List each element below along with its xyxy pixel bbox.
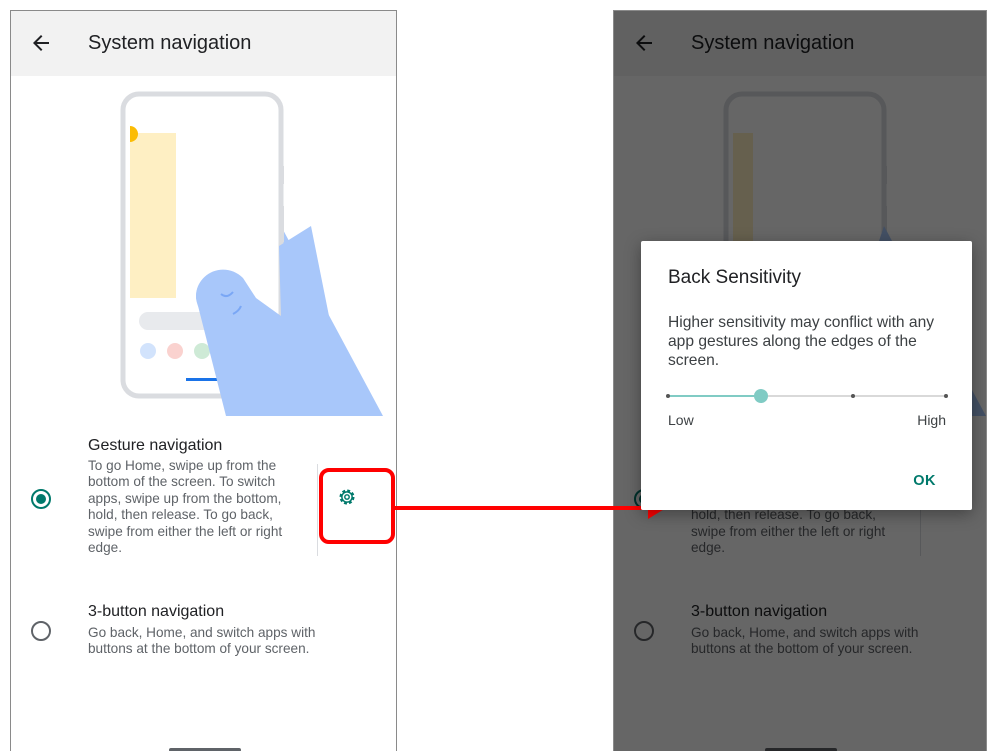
description-line: swipe from either the left or right: [88, 523, 283, 539]
description-line: Go back, Home, and switch apps with: [88, 625, 316, 640]
dialog-title: Back Sensitivity: [668, 267, 802, 288]
slider-tick: [944, 394, 948, 398]
description-line: hold, then release. To go back,: [88, 507, 273, 523]
annotation-highlight-box: [319, 468, 395, 544]
content-area: Gesture navigation To go Home, swipe up …: [11, 76, 396, 751]
slider-tick: [666, 394, 670, 398]
dialog-message: Higher sensitivity may conflict with any…: [668, 314, 935, 369]
gesture-illustration: [120, 91, 383, 416]
description-line: bottom of the screen. To switch: [88, 474, 276, 490]
description-line: buttons at the bottom of your screen.: [88, 641, 310, 657]
three-button-navigation-radio[interactable]: [31, 621, 51, 641]
sensitivity-slider[interactable]: [666, 386, 948, 406]
ok-button[interactable]: OK: [913, 473, 936, 489]
slider-high-label: High: [917, 412, 946, 428]
divider: [317, 464, 318, 556]
annotation-arrow-line: [395, 506, 651, 510]
gesture-navigation-description: To go Home, swipe up from the bottom of …: [88, 458, 282, 556]
back-sensitivity-dialog: Back Sensitivity Higher sensitivity may …: [641, 241, 972, 510]
gesture-navigation-radio[interactable]: [31, 489, 51, 509]
three-button-navigation-title: 3-button navigation: [88, 603, 225, 620]
gesture-navigation-title: Gesture navigation: [88, 437, 223, 454]
slider-thumb[interactable]: [753, 389, 768, 403]
slider-fill: [668, 395, 761, 397]
app-bar: System navigation: [11, 11, 396, 76]
settings-screen-left: System navigation Gesture navigation To …: [10, 10, 397, 751]
description-line: apps, swipe up from the bottom,: [88, 490, 282, 506]
slider-low-label: Low: [668, 412, 694, 428]
description-line: edge.: [88, 540, 123, 556]
description-line: To go Home, swipe up from the: [88, 458, 277, 473]
three-button-navigation-option[interactable]: 3-button navigation Go back, Home, and s…: [11, 591, 396, 671]
three-button-navigation-description: Go back, Home, and switch apps with butt…: [88, 625, 315, 658]
slider-tick: [851, 394, 856, 398]
page-title: System navigation: [88, 32, 252, 54]
arrow-back-icon[interactable]: [29, 31, 53, 55]
